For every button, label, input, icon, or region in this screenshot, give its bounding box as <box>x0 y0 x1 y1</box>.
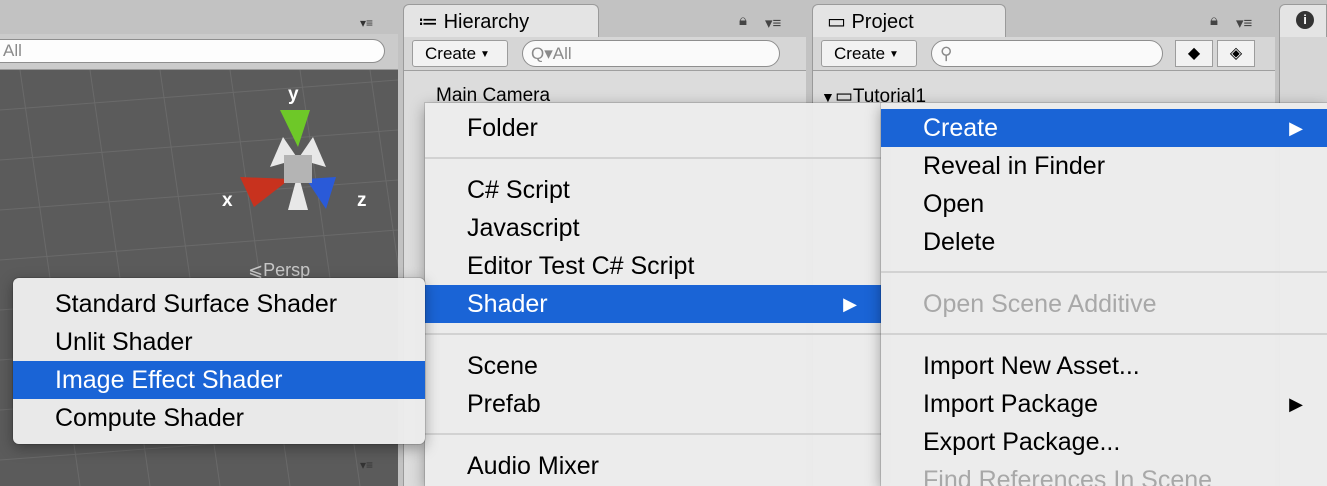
menu-separator <box>425 333 881 335</box>
menu-item-export-package[interactable]: Export Package... <box>881 423 1327 461</box>
menu-separator <box>425 433 881 435</box>
menu-item-label: Scene <box>467 352 538 380</box>
shapes-icon: ◆ <box>1187 45 1201 62</box>
hierarchy-search-placeholder: All <box>552 44 572 63</box>
search-icon: ⚲ <box>940 44 953 63</box>
project-context-menu: Create ▶ Reveal in Finder Open Delete Ope… <box>881 103 1327 486</box>
menu-item-shader[interactable]: Shader ▶ <box>425 285 881 323</box>
create-submenu: Folder C# Script Javascript Editor Test … <box>425 103 881 486</box>
tab-inspector[interactable]: i <box>1279 4 1327 38</box>
menu-item-label: Folder <box>467 114 538 142</box>
tab-hierarchy[interactable]: ≔ Hierarchy <box>403 4 599 38</box>
orientation-gizmo[interactable] <box>218 85 378 245</box>
menu-item-label: Editor Test C# Script <box>467 252 695 280</box>
menu-item-scene[interactable]: Scene <box>425 347 881 385</box>
menu-item-label: Open <box>923 190 985 218</box>
panel-menu-icon[interactable]: ▾≡ <box>360 16 373 30</box>
shader-submenu: Standard Surface Shader Unlit Shader Ima… <box>13 278 425 444</box>
menu-item-folder[interactable]: Folder <box>425 109 881 147</box>
submenu-arrow-icon: ▶ <box>1289 118 1303 138</box>
menu-item-label: Shader <box>467 290 548 318</box>
menu-item-label: Export Package... <box>923 428 1121 456</box>
project-menu-icon[interactable]: ▾≡ <box>1236 14 1252 32</box>
hierarchy-tab-title: Hierarchy <box>443 11 530 33</box>
folder-icon: ▭ <box>827 11 846 33</box>
menu-item-label: Compute Shader <box>55 404 245 432</box>
menu-separator <box>881 333 1327 335</box>
menu-item-import-package[interactable]: Import Package ▶ <box>881 385 1327 423</box>
project-toolbar: Create ▼ ⚲ ◆ ◈ <box>813 37 1275 71</box>
menu-item-editor-test-script[interactable]: Editor Test C# Script <box>425 247 881 285</box>
chevron-down-icon: ▼ <box>889 49 899 60</box>
menu-item-standard-surface-shader[interactable]: Standard Surface Shader <box>13 285 425 323</box>
submenu-arrow-icon: ▶ <box>843 294 857 314</box>
menu-item-open[interactable]: Open <box>881 185 1327 223</box>
project-tab-title: Project <box>851 11 914 33</box>
menu-item-prefab[interactable]: Prefab <box>425 385 881 423</box>
menu-item-import-new-asset[interactable]: Import New Asset... <box>881 347 1327 385</box>
menu-item-label: Import Package <box>923 390 1099 418</box>
menu-item-label: Javascript <box>467 214 580 242</box>
hierarchy-search-input[interactable]: Q▾All <box>522 40 780 67</box>
hierarchy-tab-icon: ≔ <box>418 11 438 33</box>
filter-by-label-button[interactable]: ◈ <box>1217 40 1255 67</box>
hierarchy-create-button[interactable]: Create ▼ <box>412 40 508 67</box>
scene-search-input[interactable]: All <box>0 39 385 63</box>
menu-item-unlit-shader[interactable]: Unlit Shader <box>13 323 425 361</box>
menu-item-compute-shader[interactable]: Compute Shader <box>13 399 425 437</box>
info-icon: i <box>1296 11 1314 29</box>
menu-item-label: Reveal in Finder <box>923 152 1106 180</box>
hierarchy-menu-icon[interactable]: ▾≡ <box>765 14 781 32</box>
menu-item-label: Open Scene Additive <box>923 290 1157 318</box>
filter-by-type-button[interactable]: ◆ <box>1175 40 1213 67</box>
menu-item-reveal-in-finder[interactable]: Reveal in Finder <box>881 147 1327 185</box>
menu-separator <box>881 271 1327 273</box>
project-lock-icon[interactable]: 🔒︎ <box>1210 12 1218 29</box>
menu-item-create[interactable]: Create ▶ <box>881 109 1327 147</box>
tag-icon: ◈ <box>1229 45 1243 62</box>
tab-project[interactable]: ▭ Project <box>812 4 1006 38</box>
scene-search-placeholder: All <box>3 41 22 60</box>
hierarchy-create-label: Create <box>425 44 477 63</box>
menu-item-javascript[interactable]: Javascript <box>425 209 881 247</box>
project-create-button[interactable]: Create ▼ <box>821 40 917 67</box>
menu-item-label: Unlit Shader <box>55 328 193 356</box>
menu-item-audio-mixer[interactable]: Audio Mixer <box>425 447 881 485</box>
menu-item-label: Import New Asset... <box>923 352 1140 380</box>
menu-item-label: Audio Mixer <box>467 452 599 480</box>
project-search-input[interactable]: ⚲ <box>931 40 1163 67</box>
axis-z-label: z <box>357 190 367 211</box>
menu-item-delete[interactable]: Delete <box>881 223 1327 261</box>
persp-icon: ⩽ <box>248 260 264 280</box>
menu-separator <box>425 157 881 159</box>
scene-toolbar: All <box>0 34 398 70</box>
project-create-label: Create <box>834 44 886 63</box>
menu-item-label: Standard Surface Shader <box>55 290 338 318</box>
menu-item-label: Create <box>923 114 999 142</box>
axis-y-label: y <box>288 84 299 105</box>
menu-item-label: Delete <box>923 228 996 256</box>
menu-item-label: C# Script <box>467 176 570 204</box>
menu-item-label: Find References In Scene <box>923 466 1213 486</box>
persp-text: Persp <box>263 260 311 280</box>
menu-item-csharp-script[interactable]: C# Script <box>425 171 881 209</box>
menu-item-label: Image Effect Shader <box>55 366 283 394</box>
axis-x-label: x <box>222 190 233 211</box>
menu-item-find-references: Find References In Scene <box>881 461 1327 486</box>
submenu-arrow-icon: ▶ <box>1289 394 1303 414</box>
hierarchy-toolbar: Create ▼ Q▾All <box>404 37 806 71</box>
menu-item-open-scene-additive: Open Scene Additive <box>881 285 1327 323</box>
menu-item-label: Prefab <box>467 390 541 418</box>
hierarchy-lock-icon[interactable]: 🔒︎ <box>739 12 747 29</box>
bottom-panel-menu-icon[interactable]: ▾≡ <box>360 458 373 472</box>
search-icon: Q▾ <box>531 44 553 63</box>
chevron-down-icon: ▼ <box>480 49 490 60</box>
menu-item-image-effect-shader[interactable]: Image Effect Shader <box>13 361 425 399</box>
